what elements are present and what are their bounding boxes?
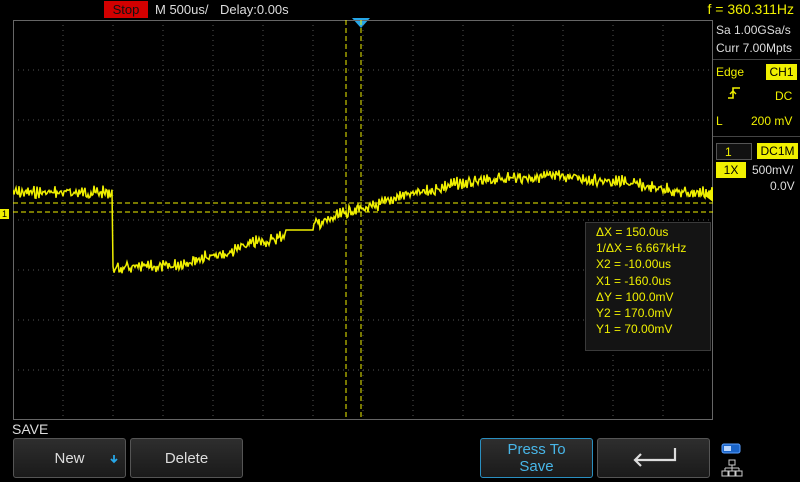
- back-button[interactable]: [597, 438, 710, 478]
- arrow-down-icon: [109, 451, 119, 468]
- sample-rate: Sa 1.00GSa/s: [716, 23, 791, 37]
- trigger-level: 200 mV: [751, 114, 793, 128]
- cursor-x1: X1 = -160.0us: [596, 273, 672, 288]
- frequency-readout: f = 360.311Hz: [707, 1, 794, 17]
- timebase-readout: M 500us/: [155, 2, 209, 17]
- divider: [713, 59, 800, 60]
- delete-button-label: Delete: [164, 449, 209, 467]
- cursor-delta-y: ΔY = 100.0mV: [596, 289, 674, 304]
- trigger-level-marker[interactable]: [704, 188, 713, 202]
- cursor-y2: Y2 = 170.0mV: [596, 306, 673, 321]
- channel-number: 1: [725, 145, 732, 159]
- divider: [713, 136, 800, 137]
- vertical-scale: 500mV/: [752, 163, 794, 177]
- run-state-badge[interactable]: Stop: [104, 1, 148, 18]
- cursor-inverse-delta-x: 1/ΔX = 6.667kHz: [596, 241, 687, 256]
- network-icon: [721, 459, 743, 477]
- cursor-x2: X2 = -10.00us: [596, 257, 672, 272]
- usb-storage-icon: [721, 442, 743, 454]
- new-button[interactable]: New: [13, 438, 126, 478]
- channel-ground-marker[interactable]: 1: [0, 209, 9, 219]
- graticule: [13, 20, 713, 420]
- delete-button[interactable]: Delete: [130, 438, 243, 478]
- cursor-y1: Y1 = 70.00mV: [596, 322, 673, 337]
- rising-edge-icon: [727, 86, 741, 100]
- trigger-level-label: L: [716, 114, 723, 128]
- press-to-label: Press To: [507, 441, 566, 458]
- menu-title: SAVE: [12, 421, 49, 437]
- trigger-coupling: DC: [775, 89, 793, 103]
- save-label: Save: [519, 458, 554, 475]
- memory-depth: Curr 7.00Mpts: [716, 41, 793, 55]
- probe-ratio[interactable]: 1X: [716, 162, 746, 178]
- waveform-display[interactable]: [13, 20, 713, 420]
- cursor-delta-x: ΔX = 150.0us: [596, 225, 669, 239]
- cursor-measurement-panel: ΔX = 150.0us 1/ΔX = 6.667kHz X2 = -10.00…: [585, 222, 711, 351]
- trigger-type: Edge: [716, 65, 745, 79]
- channel-number-box[interactable]: 1: [716, 143, 752, 160]
- return-arrow-icon: [629, 445, 679, 471]
- vertical-offset: 0.0V: [770, 179, 795, 193]
- press-to-save-button[interactable]: Press To Save: [480, 438, 593, 478]
- trigger-source[interactable]: CH1: [766, 64, 797, 80]
- delay-readout: Delay:0.00s: [220, 2, 289, 17]
- new-button-label: New: [54, 449, 85, 467]
- channel-coupling[interactable]: DC1M: [757, 143, 798, 159]
